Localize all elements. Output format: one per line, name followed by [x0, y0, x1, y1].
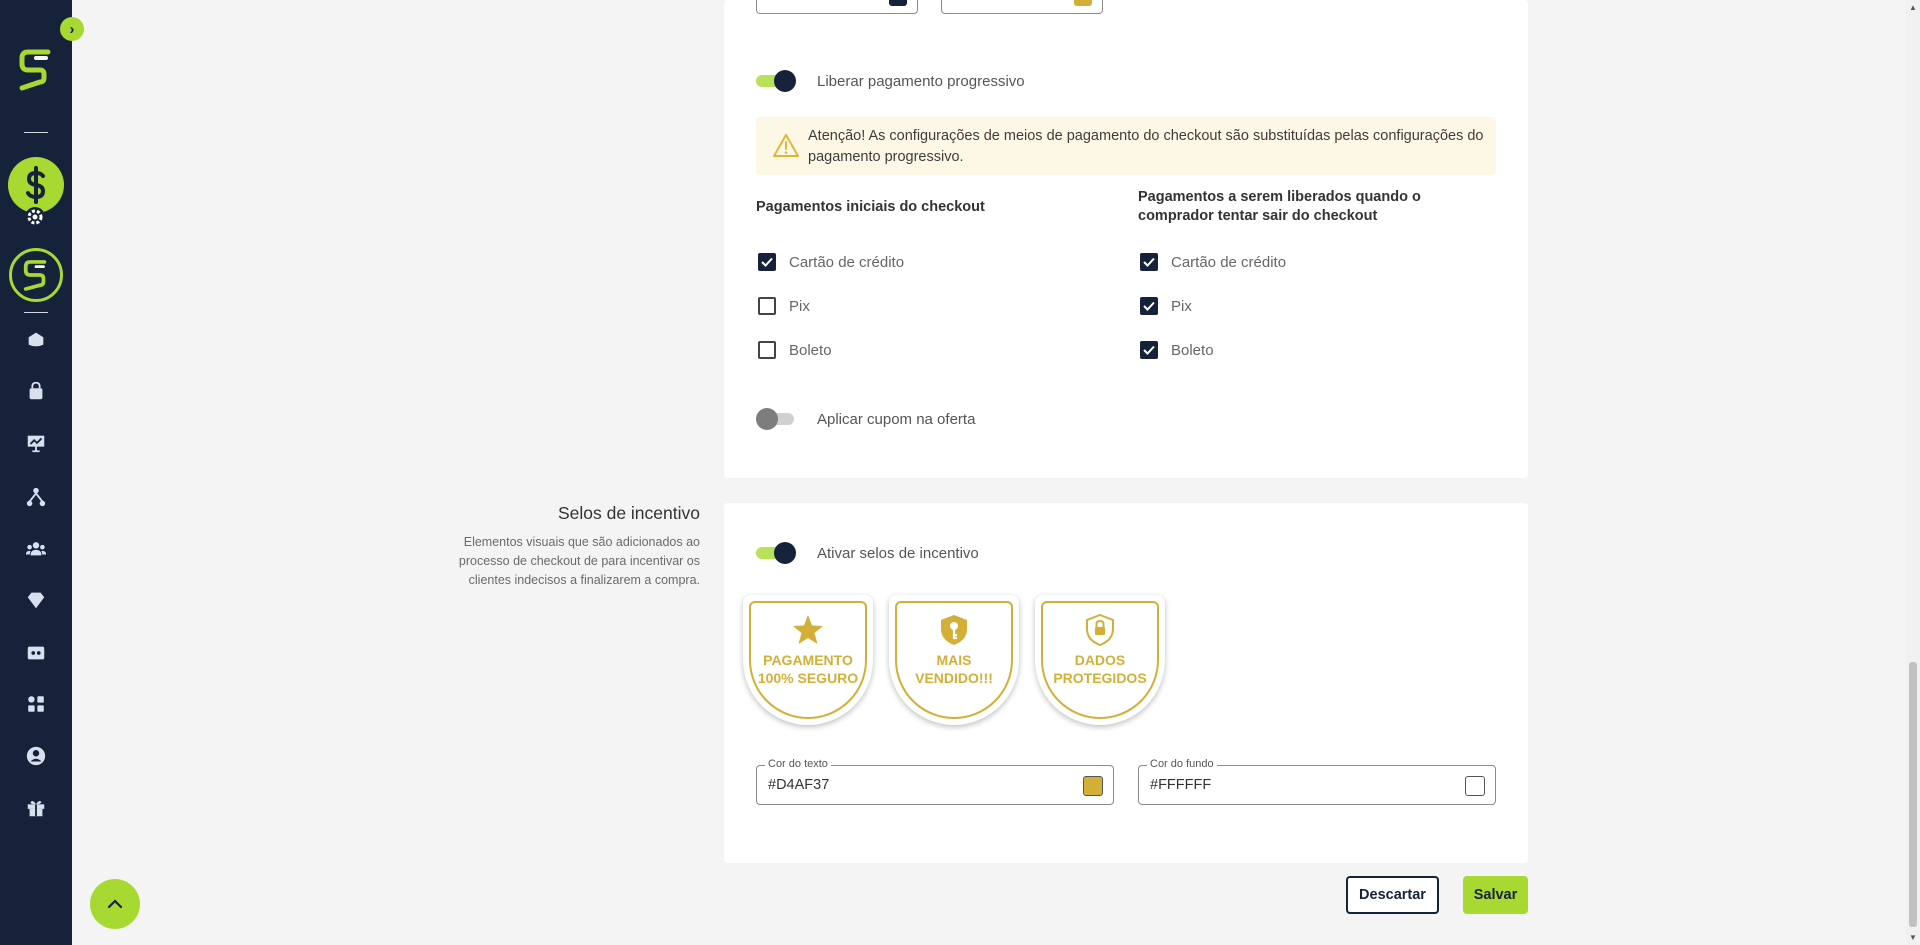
checkbox-label: Pix [1171, 297, 1192, 315]
sidebar-divider [24, 312, 48, 313]
sidebar-divider [24, 132, 48, 133]
lock-shield-icon [1086, 613, 1114, 647]
text-color-label: Cor do texto [765, 758, 831, 770]
badge-text-line2: 100% SEGURO [757, 670, 859, 686]
checkbox-release-pix[interactable]: Pix [1140, 297, 1192, 315]
scroll-up-arrow-icon[interactable]: ▲ [1909, 3, 1917, 12]
checkbox[interactable] [1140, 341, 1158, 359]
incentive-seals-toggle[interactable] [756, 542, 796, 564]
checkbox-label: Boleto [789, 341, 832, 359]
color-input-partial[interactable] [941, 0, 1103, 14]
color-swatch [889, 0, 907, 6]
text-color-field[interactable]: Cor do texto #D4AF37 [756, 758, 1114, 805]
checkbox-label: Pix [789, 297, 810, 315]
coupon-label: Aplicar cupom na oferta [817, 411, 976, 428]
checkbox[interactable] [1140, 297, 1158, 315]
education-icon[interactable] [24, 328, 48, 352]
logo[interactable] [18, 48, 54, 92]
badge-best-seller[interactable]: MAIS VENDIDO!!! [889, 595, 1019, 725]
coupon-toggle[interactable] [756, 408, 796, 430]
key-shield-icon [941, 615, 967, 645]
presentation-chart-icon[interactable] [24, 431, 48, 455]
checkbox-label: Cartão de crédito [1171, 253, 1287, 271]
user-profile-icon[interactable] [24, 744, 48, 768]
sidebar [0, 0, 72, 945]
progressive-payment-toggle[interactable] [756, 70, 796, 92]
progressive-payment-label: Liberar pagamento progressivo [817, 73, 1025, 90]
gift-icon[interactable] [24, 796, 48, 820]
badge-protected-data[interactable]: DADOS PROTEGIDOS [1035, 595, 1165, 725]
color-input-partial[interactable] [756, 0, 918, 14]
checkbox-initial-boleto[interactable]: Boleto [758, 341, 832, 359]
scrollbar-thumb[interactable] [1909, 662, 1917, 927]
save-button[interactable]: Salvar [1463, 876, 1528, 914]
section-description: Elementos visuais que são adicionados ao… [458, 535, 700, 587]
chevron-up-icon [107, 899, 123, 909]
background-color-value: #FFFFFF [1150, 777, 1212, 793]
discard-button[interactable]: Descartar [1346, 876, 1439, 914]
dollar-icon[interactable] [8, 157, 64, 213]
badge-text-line1: DADOS [1074, 652, 1126, 668]
brand-logo-ring[interactable] [9, 248, 63, 302]
checkbox[interactable] [1140, 253, 1158, 271]
incentive-seals-label: Ativar selos de incentivo [817, 545, 979, 562]
scroll-down-arrow-icon[interactable]: ▼ [1909, 933, 1917, 942]
initial-payments-title: Pagamentos iniciais do checkout [756, 199, 985, 215]
checkbox[interactable] [758, 341, 776, 359]
network-icon[interactable] [24, 485, 48, 509]
badge-text-line1: MAIS [936, 652, 972, 668]
checkbox-release-boleto[interactable]: Boleto [1140, 341, 1214, 359]
checkbox[interactable] [758, 297, 776, 315]
color-swatch[interactable] [1083, 776, 1103, 796]
shopping-bag-icon[interactable] [24, 379, 48, 403]
release-payments-title: Pagamentos a serem liberados quando o co… [1138, 189, 1421, 224]
badge-secure-payment[interactable]: PAGAMENTO 100% SEGURO [743, 595, 873, 725]
color-swatch[interactable] [1465, 776, 1485, 796]
badge-text-line1: PAGAMENTO [763, 652, 853, 668]
gear-icon[interactable] [24, 206, 46, 228]
users-icon[interactable] [24, 537, 48, 561]
star-icon [793, 615, 823, 644]
scroll-to-top-button[interactable] [90, 879, 140, 929]
background-color-label: Cor do fundo [1147, 758, 1217, 770]
checkbox-label: Cartão de crédito [789, 253, 905, 271]
progressive-payment-card: Liberar pagamento progressivo Atenção! A… [724, 0, 1528, 478]
badge-text-line2: PROTEGIDOS [1053, 670, 1147, 686]
color-swatch [1074, 0, 1092, 6]
checkbox-release-credit-card[interactable]: Cartão de crédito [1140, 253, 1286, 271]
checkbox[interactable] [758, 253, 776, 271]
background-color-field[interactable]: Cor do fundo #FFFFFF [1138, 758, 1496, 805]
text-color-value: #D4AF37 [768, 777, 830, 793]
diamond-icon[interactable] [24, 588, 48, 612]
alert-text: Atenção! As configurações de meios de pa… [808, 128, 1484, 165]
warning-alert: Atenção! As configurações de meios de pa… [756, 117, 1496, 175]
warning-icon [773, 134, 799, 157]
checkbox-label: Boleto [1171, 341, 1214, 359]
dashboard-icon[interactable] [24, 641, 48, 665]
checkbox-initial-credit-card[interactable]: Cartão de crédito [758, 253, 904, 271]
badge-text-line2: VENDIDO!!! [915, 670, 993, 686]
checkbox-initial-pix[interactable]: Pix [758, 297, 810, 315]
apps-icon[interactable] [24, 692, 48, 716]
section-title: Selos de incentivo [557, 503, 700, 523]
scrollbar[interactable]: ▲ ▼ [1906, 0, 1920, 945]
chevron-right-icon[interactable]: › [60, 17, 84, 41]
